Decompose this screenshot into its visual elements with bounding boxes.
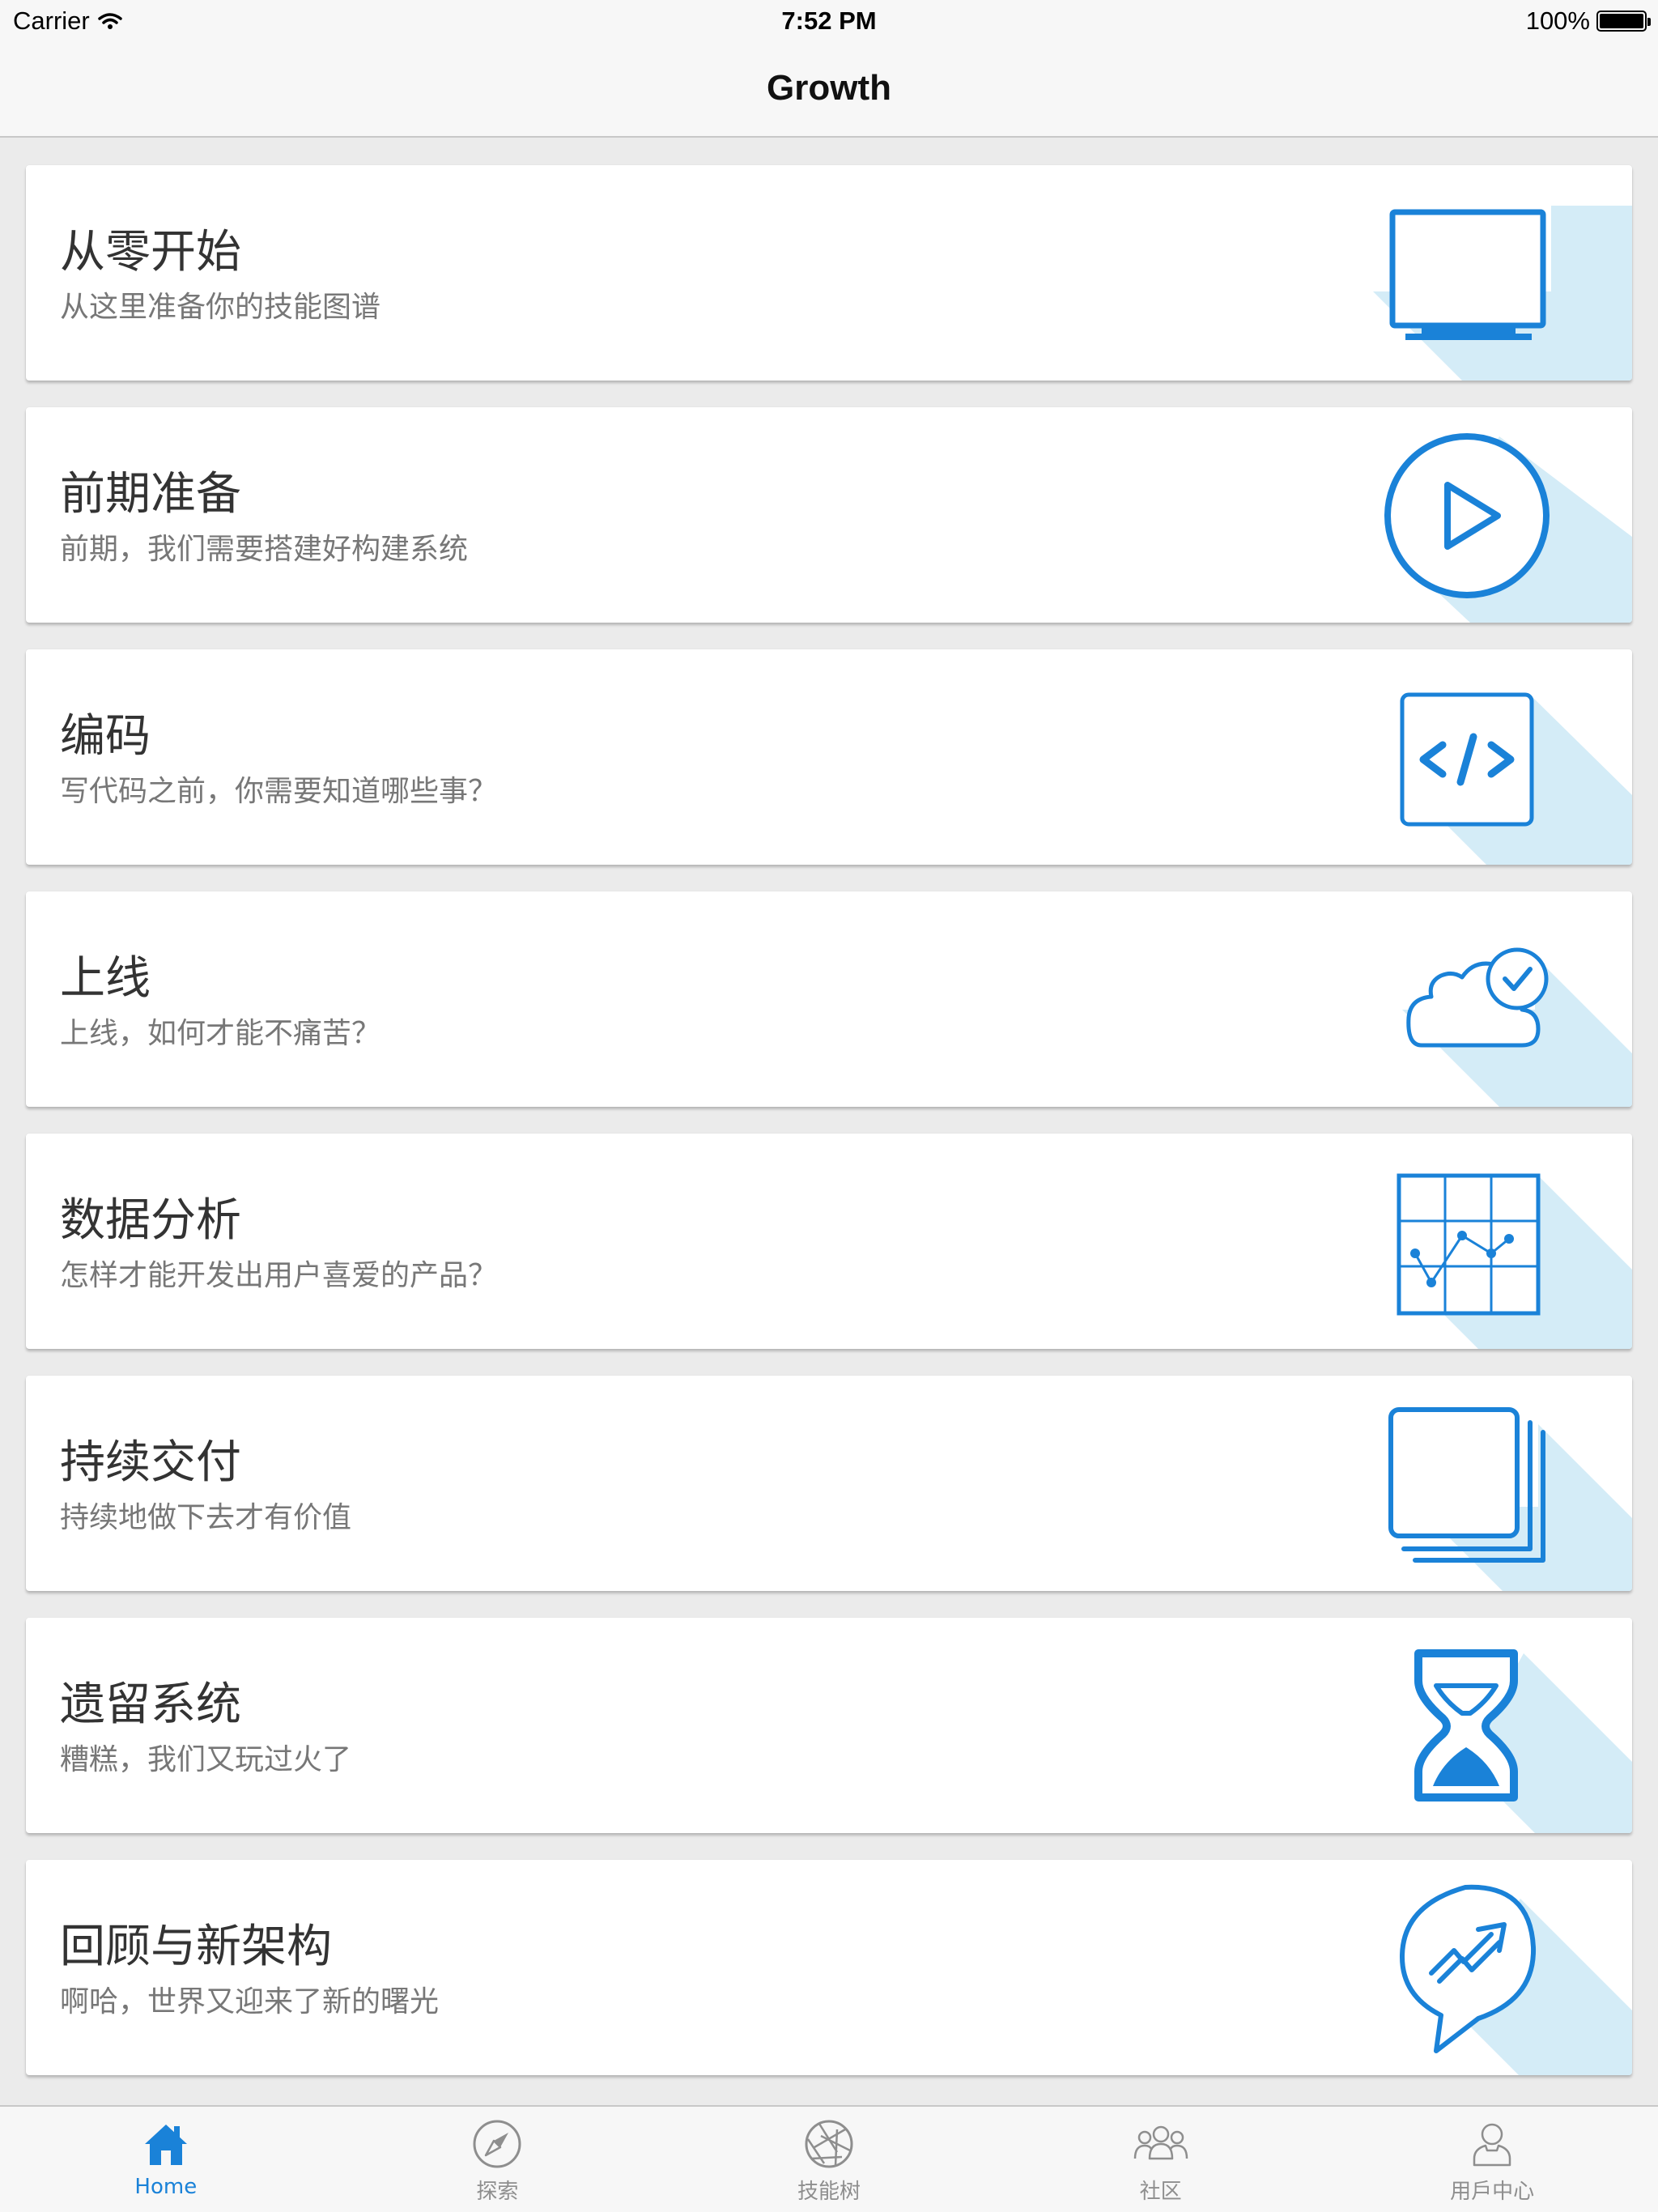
- cloud-check-icon: [1406, 947, 1549, 1048]
- card-title: 遗留系统: [60, 1678, 241, 1731]
- card-subtitle: 怎样才能开发出用户喜爱的产品？: [60, 1259, 498, 1292]
- card-title: 从零开始: [60, 226, 241, 279]
- card-title: 上线: [60, 952, 151, 1005]
- compass-icon: [473, 2120, 521, 2168]
- community-icon: [1133, 2125, 1188, 2160]
- code-icon: [1400, 692, 1534, 827]
- card-subtitle: 前期，我们需要搭建好构建系统: [60, 533, 469, 566]
- user-icon: [1473, 2123, 1511, 2167]
- tab-label: 探索: [476, 2180, 519, 2204]
- card-title: 持续交付: [60, 1436, 241, 1489]
- tab-home[interactable]: Home: [0, 2107, 332, 2212]
- tab-label: 技能树: [797, 2180, 861, 2204]
- tab-bar: Home 探索 技能树 社区 用戶中心: [0, 2105, 1658, 2212]
- tab-explore[interactable]: 探索: [332, 2107, 664, 2212]
- status-time: 7:52 PM: [781, 6, 877, 35]
- card-legacy-system[interactable]: 遗留系统 糟糕，我们又玩过火了: [26, 1618, 1632, 1833]
- page-title: Growth: [767, 68, 891, 108]
- tab-label: 用戶中心: [1450, 2180, 1535, 2204]
- card-title: 编码: [60, 710, 151, 763]
- tab-community[interactable]: 社区: [995, 2107, 1327, 2212]
- tab-label: 社区: [1139, 2180, 1182, 2204]
- home-icon: [144, 2125, 187, 2165]
- card-title: 数据分析: [60, 1194, 241, 1247]
- card-subtitle: 持续地做下去才有价值: [60, 1501, 352, 1534]
- card-coding[interactable]: 编码 写代码之前，你需要知道哪些事？: [26, 649, 1632, 865]
- battery-percent: 100%: [1525, 6, 1590, 35]
- status-bar: Carrier 7:52 PM 100%: [0, 0, 1658, 45]
- card-continuous-delivery[interactable]: 持续交付 持续地做下去才有价值: [26, 1376, 1632, 1591]
- card-subtitle: 上线，如何才能不痛苦？: [60, 1017, 381, 1050]
- hourglass-icon: [1414, 1649, 1518, 1802]
- monitor-icon: [1389, 209, 1546, 340]
- chart-grid-icon: [1397, 1173, 1541, 1316]
- play-circle-icon: [1384, 433, 1550, 598]
- tab-skill-tree[interactable]: 技能树: [663, 2107, 995, 2212]
- battery-icon: [1596, 11, 1651, 32]
- card-data-analysis[interactable]: 数据分析 怎样才能开发出用户喜爱的产品？: [26, 1134, 1632, 1349]
- card-title: 回顾与新架构: [60, 1921, 332, 1973]
- card-retrospective[interactable]: 回顾与新架构 啊哈，世界又迎来了新的曙光: [26, 1860, 1632, 2075]
- tab-user-center[interactable]: 用戶中心: [1326, 2107, 1658, 2212]
- card-from-zero[interactable]: 从零开始 从这里准备你的技能图谱: [26, 165, 1632, 381]
- navigation-bar: Growth: [0, 45, 1658, 138]
- stacked-layers-icon: [1388, 1407, 1545, 1563]
- card-subtitle: 写代码之前，你需要知道哪些事？: [60, 775, 498, 808]
- card-subtitle: 糟糕，我们又玩过火了: [60, 1743, 352, 1776]
- trend-bubble-icon: [1400, 1884, 1537, 2053]
- card-subtitle: 从这里准备你的技能图谱: [60, 291, 381, 324]
- battery-indicator: 100%: [1525, 6, 1651, 36]
- tab-label: Home: [134, 2175, 198, 2199]
- card-title: 前期准备: [60, 468, 241, 521]
- aperture-icon: [805, 2120, 853, 2168]
- card-preparation[interactable]: 前期准备 前期，我们需要搭建好构建系统: [26, 407, 1632, 623]
- card-deploy[interactable]: 上线 上线，如何才能不痛苦？: [26, 891, 1632, 1107]
- card-subtitle: 啊哈，世界又迎来了新的曙光: [60, 1985, 440, 2018]
